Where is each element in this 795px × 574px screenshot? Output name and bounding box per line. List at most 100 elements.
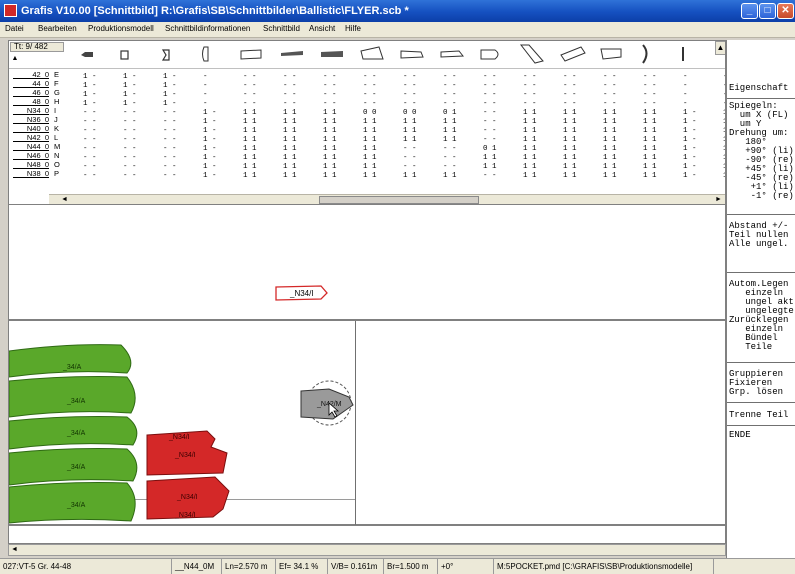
green-pattern-piece[interactable]: _34/A xyxy=(9,344,132,378)
cmd-alle-ungel[interactable]: Alle ungel. xyxy=(729,240,788,249)
green-pattern-piece[interactable]: _34/A xyxy=(9,416,138,450)
piece-icon[interactable] xyxy=(321,51,343,57)
grid-row: 1 -1 -1 --- -- -- -- -- -- -- -- -- -- -… xyxy=(83,71,725,81)
unplaced-piece[interactable]: _N34/I xyxy=(275,285,328,301)
green-piece-label: _34/A xyxy=(66,464,86,471)
size-letter: N xyxy=(54,151,60,160)
green-pattern-piece[interactable]: _34/A xyxy=(9,482,136,524)
close-button[interactable]: ✕ xyxy=(777,3,794,19)
quantity-cell[interactable]: - - xyxy=(163,172,203,181)
piece-icon[interactable] xyxy=(120,50,129,60)
table-scroll-thumb[interactable] xyxy=(319,196,479,204)
menu-schnittbildinformationen[interactable]: Schnittbildinformationen xyxy=(165,24,250,33)
menu-hilfe[interactable]: Hilfe xyxy=(345,24,361,33)
piece-icon[interactable] xyxy=(360,46,384,60)
status-angle: +0° xyxy=(438,559,494,574)
quantity-cell[interactable]: 1 - xyxy=(203,172,243,181)
cmd-teile[interactable]: Teile xyxy=(729,343,772,352)
cmd-rotate-minus1[interactable]: -1° (re) xyxy=(729,192,794,201)
window-title: Grafis V10.00 [Schnittbild] R:\Grafis\SB… xyxy=(21,5,409,17)
quantity-cell[interactable]: 1 1 xyxy=(243,172,283,181)
menu-schnittbild[interactable]: Schnittbild xyxy=(263,24,300,33)
maximize-button[interactable]: □ xyxy=(759,3,776,19)
table-vscroll-up[interactable]: ▲ xyxy=(715,41,725,55)
green-piece-label: _34/A xyxy=(66,430,86,437)
table-horizontal-scrollbar[interactable]: ◄ ► xyxy=(49,194,725,204)
quantity-cell[interactable]: 1 1 xyxy=(643,172,683,181)
quantity-cell[interactable]: - - xyxy=(83,172,123,181)
size-code: N44_0 xyxy=(13,143,49,151)
size-letter: M xyxy=(54,142,61,151)
size-labels: 42_0 E 44_0 F 46_0 G 48_0 H N34_0 I N36_0 J N4… xyxy=(9,71,83,179)
piece-icon[interactable] xyxy=(440,50,465,58)
size-letter: F xyxy=(54,79,59,88)
piece-icon[interactable] xyxy=(480,49,499,60)
green-piece-label: _34/A xyxy=(62,364,82,371)
quantity-grid[interactable]: 1 -1 -1 --- -- -- -- -- -- -- -- -- -- -… xyxy=(83,71,725,181)
red-piece-label: _N34/I xyxy=(168,434,190,441)
piece-icon[interactable] xyxy=(519,44,544,64)
cmd-grp-loesen[interactable]: Grp. lösen xyxy=(729,388,783,397)
quantity-cell[interactable]: 1 1 xyxy=(403,172,443,181)
size-row[interactable]: N38_0 P xyxy=(9,170,83,179)
piece-icon[interactable] xyxy=(81,52,93,57)
marker-horizontal-scrollbar[interactable]: ◄ xyxy=(8,544,726,556)
minimize-button[interactable]: _ xyxy=(741,3,758,19)
red-piece-label: _N34/I xyxy=(176,494,198,501)
panel-divider xyxy=(727,425,795,426)
red-pattern-piece[interactable]: _N34/I _N34/I xyxy=(146,430,228,476)
cmd-ende[interactable]: ENDE xyxy=(729,431,751,440)
scroll-left-icon[interactable]: ◄ xyxy=(11,545,18,555)
grid-row: 1 -1 -1 --- -- -- -- -- -- -- -- -- -- -… xyxy=(83,98,725,108)
size-code: N48_0 xyxy=(13,161,49,169)
menu-bearbeiten[interactable]: Bearbeiten xyxy=(38,24,77,33)
green-pattern-piece[interactable]: _34/A xyxy=(9,448,138,486)
piece-icon[interactable] xyxy=(240,49,262,60)
quantity-cell[interactable]: 1 1 xyxy=(523,172,563,181)
scroll-right-icon[interactable]: ► xyxy=(715,195,722,204)
panel-divider xyxy=(727,362,795,363)
quantity-cell[interactable]: 1 1 xyxy=(323,172,363,181)
size-code: 42_0 xyxy=(13,71,49,79)
selected-pattern-piece[interactable]: _N42/M xyxy=(300,380,354,426)
cmd-trenne-teil[interactable]: Trenne Teil xyxy=(729,411,788,420)
size-letter: O xyxy=(54,160,60,169)
marker-layout[interactable]: _34/A _34/A _34/A _34/A _34/A _N34/I _N3… xyxy=(8,320,726,525)
menu-produktionsmodell[interactable]: Produktionsmodell xyxy=(88,24,154,33)
red-pattern-piece[interactable]: _N34/I _N34/I xyxy=(146,476,230,520)
piece-icon[interactable] xyxy=(642,44,648,64)
piece-icon[interactable] xyxy=(202,46,209,62)
quantity-cell[interactable]: 1 1 xyxy=(603,172,643,181)
scroll-left-icon[interactable]: ◄ xyxy=(61,195,68,204)
panel-divider xyxy=(727,98,795,99)
status-efficiency: Ef= 34.1 % xyxy=(276,559,328,574)
quantity-cell[interactable]: 1 1 xyxy=(563,172,603,181)
red-piece-label: _N34/I xyxy=(174,512,196,519)
grid-row: - -- -- -1 -1 11 11 11 1- -- -0 11 11 11… xyxy=(83,143,725,153)
grid-row: - -- -- -1 -1 11 11 11 11 11 1- -1 11 11… xyxy=(83,134,725,144)
quantity-cell[interactable]: 1 1 xyxy=(443,172,483,181)
quantity-cell[interactable]: 1 1 xyxy=(283,172,323,181)
quantity-cell[interactable]: - - xyxy=(483,172,523,181)
green-piece-label: _34/A xyxy=(66,502,86,509)
quantity-cell[interactable]: 1 - xyxy=(683,172,723,181)
piece-icon[interactable] xyxy=(400,50,424,59)
grid-row: - -- -- -1 -1 11 11 11 11 11 1- -1 11 11… xyxy=(83,116,725,126)
piece-icon[interactable] xyxy=(560,46,586,62)
menu-ansicht[interactable]: Ansicht xyxy=(309,24,335,33)
command-panel: Eigenschaft Spiegeln: um X (FL) um Y Dre… xyxy=(726,40,795,558)
size-code: 48_0 xyxy=(13,98,49,106)
piece-icon[interactable] xyxy=(600,48,622,60)
size-code: 46_0 xyxy=(13,89,49,97)
quantity-cell[interactable]: 1 1 xyxy=(363,172,403,181)
green-pattern-piece[interactable]: _34/A xyxy=(9,376,136,418)
menu-datei[interactable]: Datei xyxy=(5,24,24,33)
green-piece-label: _34/A xyxy=(66,398,86,405)
piece-icon[interactable] xyxy=(161,49,170,61)
placement-area[interactable]: _N34/I xyxy=(8,205,726,320)
status-model: 027:VT-5 Gr. 44-48 xyxy=(0,559,172,574)
quantity-cell[interactable]: - - xyxy=(123,172,163,181)
cmd-eigenschaft[interactable]: Eigenschaft xyxy=(729,84,788,93)
size-letter: G xyxy=(54,88,60,97)
piece-icon[interactable] xyxy=(281,51,303,56)
